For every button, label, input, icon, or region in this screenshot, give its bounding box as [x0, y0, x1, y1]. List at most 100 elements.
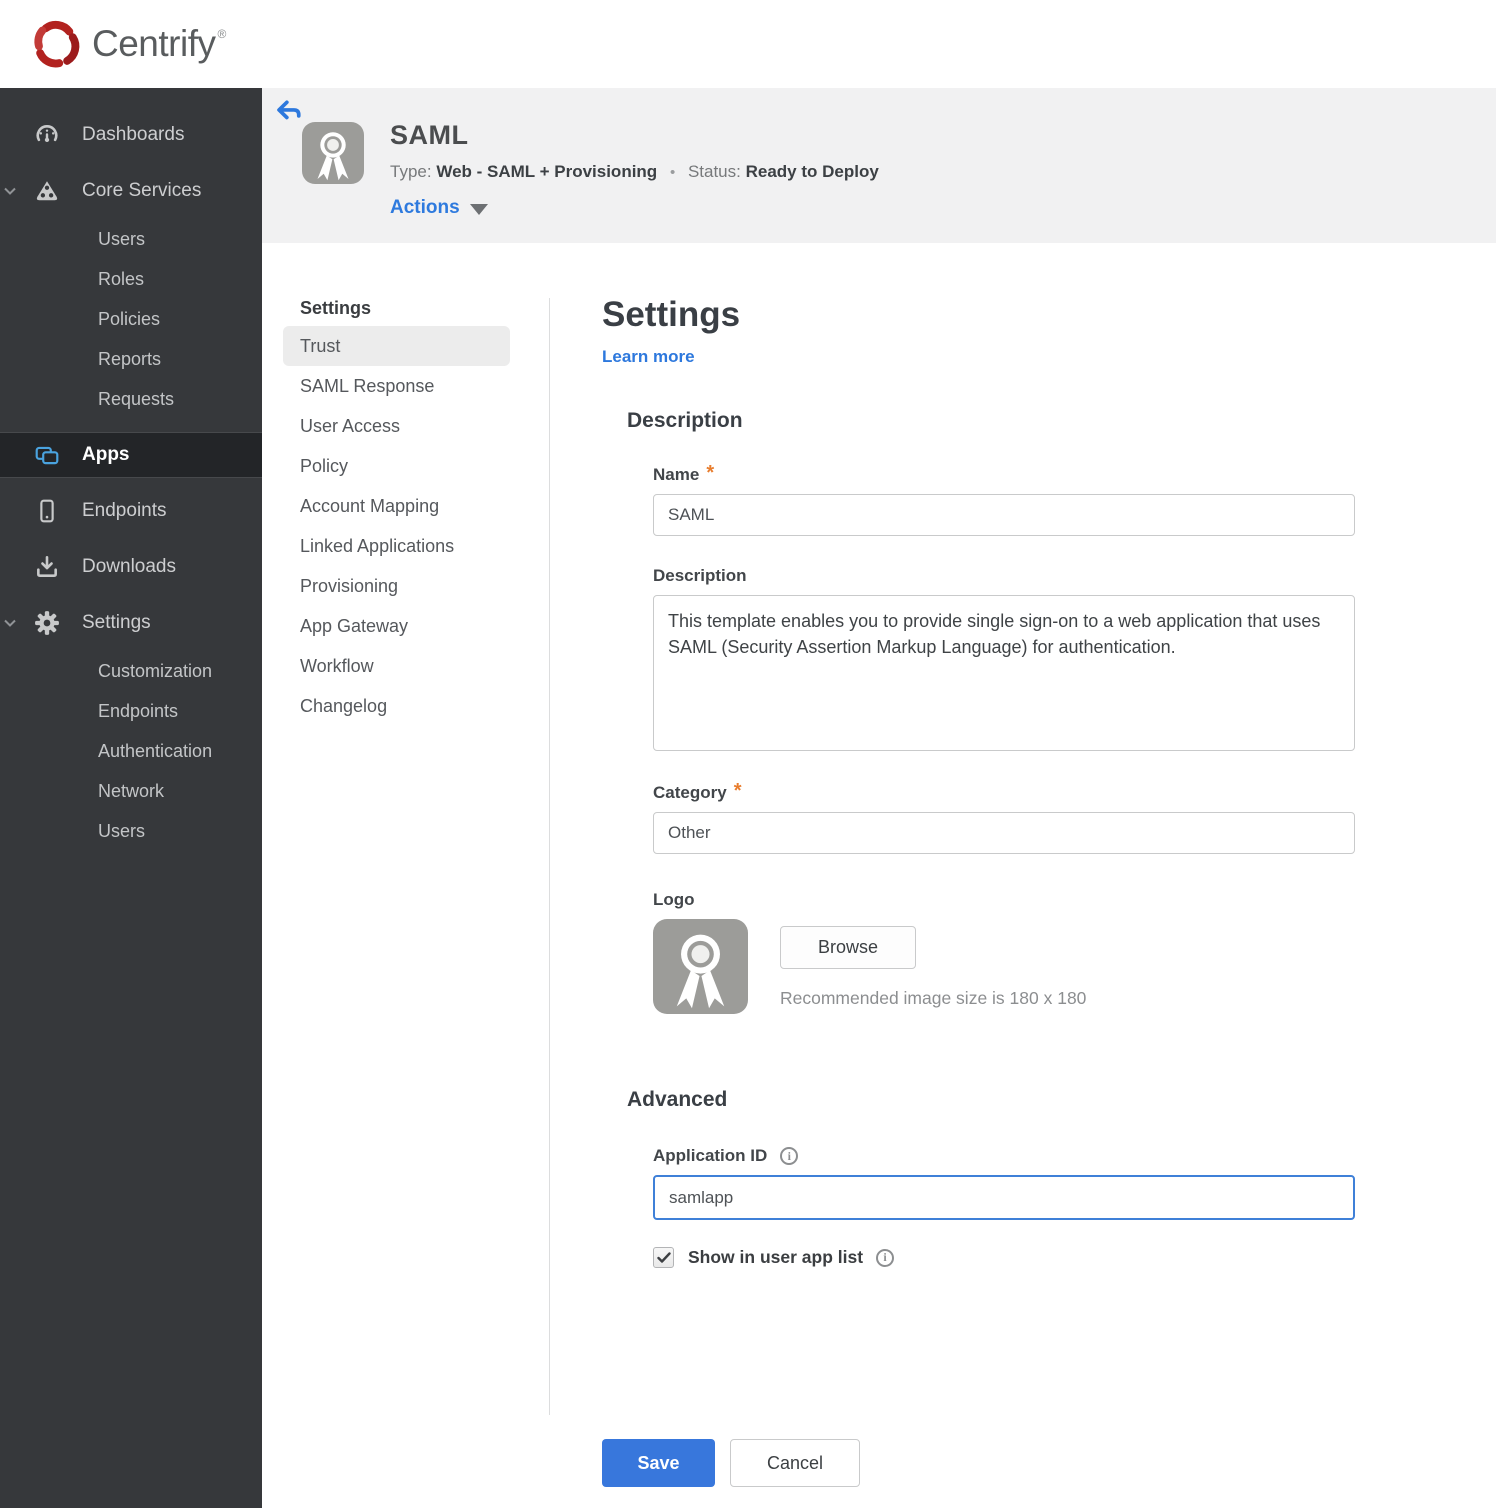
sidebar-item-settings-endpoints[interactable]: Endpoints: [0, 691, 262, 731]
info-icon[interactable]: i: [780, 1147, 799, 1165]
sidebar-item-requests[interactable]: Requests: [0, 379, 262, 419]
show-in-user-app-list-checkbox[interactable]: [653, 1247, 674, 1268]
type-label: Type:: [390, 162, 432, 181]
show-in-app-list-label: Show in user app list: [688, 1247, 864, 1267]
subnav-item-workflow[interactable]: Workflow: [283, 646, 510, 686]
sidebar-subitem-label: Reports: [98, 348, 162, 369]
caret-down-icon: [469, 204, 488, 215]
sidebar-item-settings-users[interactable]: Users: [0, 811, 262, 851]
sidebar-item-downloads[interactable]: Downloads: [0, 543, 262, 591]
info-icon[interactable]: i: [876, 1248, 895, 1267]
centrify-logo: Centrify ®: [30, 13, 226, 75]
sidebar-item-label: Core Services: [82, 180, 202, 201]
sidebar: Dashboards Core Services Users Roles Pol…: [0, 88, 262, 1508]
sidebar-subitem-label: Customization: [98, 660, 213, 681]
settings-panel: Settings Learn more Description Name * D…: [602, 243, 1382, 1268]
category-input[interactable]: [653, 812, 1355, 854]
category-label: Category *: [653, 779, 1382, 803]
application-id-label: Application ID i: [653, 1146, 1382, 1166]
vertical-divider: [549, 298, 550, 1415]
subnav-item-policy[interactable]: Policy: [283, 446, 510, 486]
description-textarea[interactable]: This template enables you to provide sin…: [653, 595, 1355, 751]
apps-icon: [35, 446, 59, 465]
description-section-heading: Description: [627, 409, 743, 432]
settings-subnav: Settings Trust SAML Response User Access…: [262, 243, 549, 726]
subnav-list: Trust SAML Response User Access Policy A…: [262, 326, 549, 726]
sidebar-item-dashboards[interactable]: Dashboards: [0, 111, 262, 159]
sidebar-subitem-label: Roles: [98, 268, 145, 289]
form-footer: Save Cancel: [602, 1439, 860, 1487]
logo-controls: Browse Recommended image size is 180 x 1…: [780, 919, 1086, 1014]
show-in-app-list-row: Show in user app list i: [653, 1247, 1382, 1268]
registered-mark: ®: [217, 27, 227, 41]
subnav-item-user-access[interactable]: User Access: [283, 406, 510, 446]
subnav-item-changelog[interactable]: Changelog: [283, 686, 510, 726]
gauge-icon: [36, 125, 58, 143]
required-asterisk: *: [733, 779, 742, 802]
sidebar-item-policies[interactable]: Policies: [0, 299, 262, 339]
advanced-form: Application ID i Show in user app list i: [653, 1146, 1382, 1268]
sidebar-item-label: Settings: [82, 612, 151, 633]
app-logo-thumbnail: [302, 122, 364, 184]
sidebar-item-label: Apps: [82, 444, 130, 465]
type-value: Web - SAML + Provisioning: [436, 162, 658, 181]
brand-name: Centrify: [92, 23, 216, 64]
sidebar-subitem-label: Endpoints: [98, 700, 179, 721]
description-form: Name * Description This template enables…: [653, 462, 1382, 1014]
sidebar-subitem-label: Network: [98, 780, 165, 801]
status-value: Ready to Deploy: [745, 162, 879, 181]
device-icon: [40, 499, 54, 523]
sidebar-item-label: Downloads: [82, 556, 176, 577]
sidebar-item-endpoints[interactable]: Endpoints: [0, 487, 262, 535]
actions-dropdown[interactable]: Actions: [390, 197, 879, 219]
cancel-button[interactable]: Cancel: [730, 1439, 860, 1487]
sidebar-subitem-label: Users: [98, 820, 146, 841]
browse-button[interactable]: Browse: [780, 926, 916, 969]
sidebar-subitem-label: Policies: [98, 308, 161, 329]
description-label-text: Description: [653, 566, 747, 585]
subnav-item-linked-applications[interactable]: Linked Applications: [283, 526, 510, 566]
sidebar-item-core-services[interactable]: Core Services: [0, 167, 262, 215]
app-title-block: SAML Type: Web - SAML + Provisioning • S…: [390, 120, 879, 219]
sidebar-item-reports[interactable]: Reports: [0, 339, 262, 379]
sidebar-item-settings[interactable]: Settings: [0, 599, 262, 647]
ribbon-award-icon: [317, 132, 349, 181]
sidebar-item-label: Endpoints: [82, 500, 167, 521]
name-input[interactable]: [653, 494, 1355, 536]
status-label: Status:: [687, 162, 741, 181]
subnav-item-trust[interactable]: Trust: [283, 326, 510, 366]
sidebar-item-users[interactable]: Users: [0, 219, 262, 259]
subnav-heading: Settings: [300, 298, 372, 318]
subnav-item-account-mapping[interactable]: Account Mapping: [283, 486, 510, 526]
description-label: Description: [653, 566, 1382, 586]
app-header: SAML Type: Web - SAML + Provisioning • S…: [262, 88, 1496, 243]
logo-size-hint: Recommended image size is 180 x 180: [780, 988, 1087, 1008]
centrify-swirl-icon: [34, 20, 80, 68]
gear-icon: [35, 611, 59, 635]
learn-more-link[interactable]: Learn more: [602, 347, 695, 367]
sidebar-subitem-label: Requests: [98, 388, 175, 409]
sidebar-subitem-label: Users: [98, 228, 146, 249]
sidebar-item-customization[interactable]: Customization: [0, 651, 262, 691]
logo-row: Browse Recommended image size is 180 x 1…: [653, 919, 1382, 1014]
sidebar-item-authentication[interactable]: Authentication: [0, 731, 262, 771]
page: Centrify ® Dashboards Core Services User…: [0, 0, 1496, 1508]
chevron-down-icon: [4, 619, 16, 627]
subnav-item-saml-response[interactable]: SAML Response: [283, 366, 510, 406]
name-label-text: Name: [653, 465, 700, 484]
name-label: Name *: [653, 462, 1382, 485]
dot-separator: •: [669, 164, 676, 181]
save-button[interactable]: Save: [602, 1439, 715, 1487]
chevron-down-icon: [4, 187, 16, 195]
subnav-item-app-gateway[interactable]: App Gateway: [283, 606, 510, 646]
application-id-input[interactable]: [653, 1175, 1355, 1220]
advanced-section-heading: Advanced: [627, 1088, 728, 1111]
subnav-item-provisioning[interactable]: Provisioning: [283, 566, 510, 606]
download-icon: [37, 555, 57, 577]
sidebar-item-network[interactable]: Network: [0, 771, 262, 811]
page-title: Settings: [602, 295, 741, 334]
back-arrow-icon[interactable]: [276, 99, 302, 123]
sidebar-item-roles[interactable]: Roles: [0, 259, 262, 299]
top-bar: Centrify ®: [0, 0, 1496, 88]
sidebar-item-apps[interactable]: Apps: [0, 432, 262, 478]
